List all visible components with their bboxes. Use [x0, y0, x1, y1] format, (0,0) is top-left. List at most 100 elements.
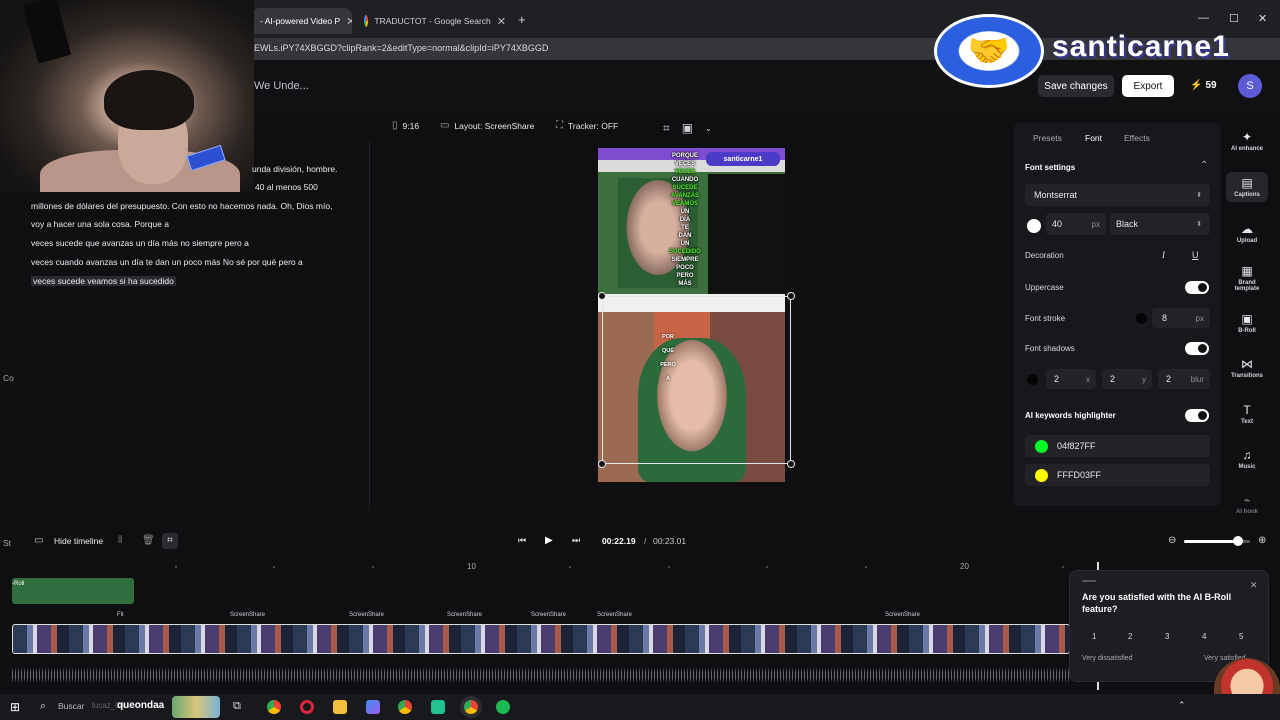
audio-waveform[interactable]: [12, 662, 1070, 688]
stroke-width-input[interactable]: 8 px: [1152, 308, 1210, 328]
transcript-line[interactable]: voy a hacer una sola cosa. Porque a: [31, 219, 169, 229]
opera-icon[interactable]: [300, 700, 314, 714]
skip-back-icon[interactable]: ⏮: [518, 535, 526, 546]
search-icon[interactable]: ⌕: [40, 700, 46, 713]
chrome-icon[interactable]: [267, 700, 281, 714]
spotify-icon[interactable]: [496, 700, 510, 714]
aspect-ratio-button[interactable]: ▯ 9:16: [392, 120, 419, 131]
transcript-line[interactable]: 40 al menos 500: [255, 182, 318, 192]
shadow-color-swatch[interactable]: [1027, 374, 1038, 385]
broll-clip[interactable]: [12, 578, 134, 604]
rail-transitions[interactable]: ⋈ Transitions: [1226, 357, 1268, 379]
close-icon[interactable]: ✕: [346, 15, 352, 28]
chrome-icon[interactable]: [398, 700, 412, 714]
transcript-line[interactable]: veces cuando avanzas un día te dan un po…: [31, 257, 303, 267]
rating-option-3[interactable]: 3: [1165, 632, 1169, 641]
shadow-blur-input[interactable]: 2 blur: [1158, 369, 1210, 389]
selection-box[interactable]: [602, 296, 791, 464]
rail-broll[interactable]: ▣ B-Roll: [1226, 312, 1268, 334]
resize-handle[interactable]: [787, 460, 795, 468]
tab-label: TRADUCTOT - Google Search: [374, 16, 491, 26]
rating-option-5[interactable]: 5: [1239, 632, 1243, 641]
resize-handle[interactable]: [598, 292, 606, 300]
font-family-select[interactable]: Montserrat ⬍: [1025, 184, 1210, 206]
font-shadows-toggle[interactable]: [1185, 342, 1209, 355]
chevron-up-icon[interactable]: ⌃: [1200, 160, 1208, 171]
save-button[interactable]: Save changes: [1038, 75, 1114, 97]
font-size-input[interactable]: 40 px: [1046, 213, 1106, 235]
rail-ai-enhance[interactable]: ✦ AI enhance: [1226, 130, 1268, 152]
copilot-icon[interactable]: [366, 700, 380, 714]
snap-icon[interactable]: ⌗: [162, 533, 178, 549]
replace-media-icon[interactable]: ▣: [682, 121, 693, 135]
green-swatch[interactable]: [1035, 440, 1048, 453]
shadow-x-input[interactable]: 2 x: [1046, 369, 1096, 389]
export-button[interactable]: Export: [1122, 75, 1174, 97]
app-icon[interactable]: [431, 700, 445, 714]
video-track[interactable]: [12, 624, 1070, 654]
tray-chevron-icon[interactable]: ⌃: [1178, 700, 1186, 711]
transcript-line[interactable]: millones de dólares del presupuesto. Con…: [31, 201, 332, 211]
hide-timeline-button[interactable]: Hide timeline: [54, 536, 103, 546]
windows-start-icon[interactable]: ⊞: [10, 700, 20, 714]
credits-counter[interactable]: ⚡ 59: [1190, 80, 1217, 91]
tab-effects[interactable]: Effects: [1124, 133, 1150, 143]
zoom-in-icon[interactable]: ⊕: [1258, 535, 1266, 546]
zoom-slider-knob[interactable]: [1233, 536, 1244, 546]
tab-font[interactable]: Font: [1085, 133, 1102, 143]
rail-ai-hook[interactable]: ⌁ AI hook: [1226, 493, 1268, 515]
rail-music[interactable]: ♫ Music: [1226, 448, 1268, 470]
resize-handle[interactable]: [598, 460, 606, 468]
stroke-color-swatch[interactable]: [1136, 313, 1147, 324]
rail-brand-template[interactable]: ▦ Brand template: [1226, 264, 1268, 292]
avatar[interactable]: S: [1238, 74, 1262, 98]
zoom-out-icon[interactable]: ⊖: [1168, 535, 1176, 546]
tracker-button[interactable]: ⛶ Tracker: OFF: [556, 120, 618, 131]
underline-icon[interactable]: U: [1192, 250, 1199, 260]
url-input[interactable]: EWLs.iPY74XBGGD?clipRank=2&editType=norm…: [254, 43, 548, 53]
chrome-active-icon[interactable]: [464, 700, 478, 714]
rating-option-2[interactable]: 2: [1128, 632, 1132, 641]
shadow-x-value: 2: [1054, 374, 1060, 384]
split-icon[interactable]: ⫴: [118, 535, 122, 546]
task-view-icon[interactable]: ⧉: [233, 700, 241, 713]
resize-handle[interactable]: [787, 292, 795, 300]
chevron-down-icon[interactable]: ⌄: [705, 124, 712, 133]
close-icon[interactable]: ✕: [1250, 580, 1258, 591]
rail-upload[interactable]: ☁ Upload: [1226, 222, 1268, 244]
tab-presets[interactable]: Presets: [1033, 133, 1062, 143]
highlight-color-2[interactable]: FFFD03FF: [1025, 464, 1210, 486]
highlight-color-1[interactable]: 04f827FF: [1025, 435, 1210, 457]
transcript-line[interactable]: unda división, hombre.: [252, 164, 338, 174]
rating-option-1[interactable]: 1: [1092, 632, 1096, 641]
minimize-icon[interactable]: —: [1198, 12, 1209, 24]
rating-option-4[interactable]: 4: [1202, 632, 1206, 641]
font-weight-select[interactable]: Black ⬍: [1110, 213, 1210, 235]
taskbar-search-label[interactable]: Buscar: [58, 701, 84, 711]
project-title[interactable]: We Unde...: [254, 80, 309, 92]
crop-icon[interactable]: ⌗: [663, 121, 670, 136]
close-icon[interactable]: ✕: [497, 15, 506, 28]
trash-icon[interactable]: 🗑: [142, 535, 155, 546]
font-color-swatch[interactable]: [1027, 219, 1041, 233]
new-tab-icon[interactable]: +: [518, 12, 526, 27]
rail-captions[interactable]: ▤ Captions: [1226, 172, 1268, 202]
skip-forward-icon[interactable]: ⏭: [572, 535, 580, 546]
maximize-icon[interactable]: ☐: [1229, 12, 1239, 25]
window-close-icon[interactable]: ✕: [1258, 12, 1267, 25]
italic-icon[interactable]: I: [1162, 250, 1165, 260]
tab-video-editor[interactable]: - AI-powered Video P ✕: [252, 8, 352, 34]
grid-icon: ▦: [1241, 264, 1253, 278]
transcript-line[interactable]: veces sucede que avanzas un día más no s…: [31, 238, 249, 248]
yellow-swatch[interactable]: [1035, 469, 1048, 482]
layout-button[interactable]: ▭ Layout: ScreenShare: [440, 120, 534, 131]
keywords-toggle[interactable]: [1185, 409, 1209, 422]
shadow-y-input[interactable]: 2 y: [1102, 369, 1152, 389]
zoom-slider[interactable]: [1184, 536, 1250, 546]
folder-icon[interactable]: [333, 700, 347, 714]
uppercase-toggle[interactable]: [1185, 281, 1209, 294]
tab-google-search[interactable]: TRADUCTOT - Google Search ✕: [356, 8, 514, 34]
rail-text[interactable]: T Text: [1226, 403, 1268, 425]
transcript-line-active[interactable]: veces sucede veamos si ha sucedido: [31, 276, 176, 286]
play-icon[interactable]: ▶: [545, 535, 553, 546]
